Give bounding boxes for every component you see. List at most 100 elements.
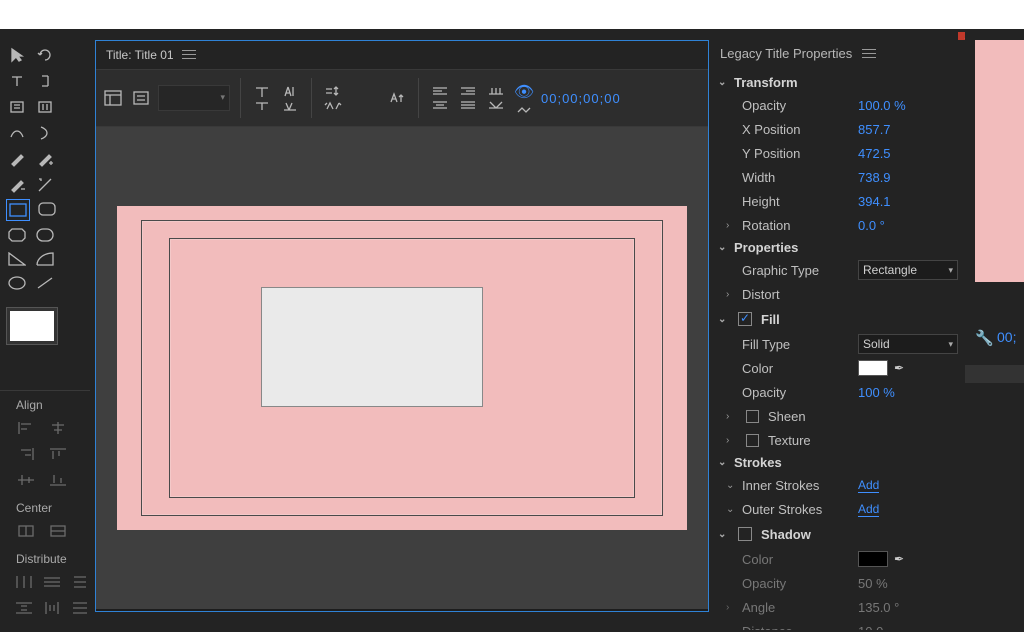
drawn-rectangle[interactable] bbox=[262, 288, 482, 406]
type-size-group-icon[interactable] bbox=[251, 78, 273, 118]
eyedropper-icon[interactable]: ✒ bbox=[894, 361, 904, 375]
type-tool-icon[interactable] bbox=[6, 71, 28, 91]
baseline-shift-icon[interactable] bbox=[386, 78, 408, 118]
properties-group[interactable]: ⌄Properties bbox=[718, 237, 961, 258]
fill-checkbox[interactable] bbox=[738, 312, 752, 326]
shadow-opacity-label: Opacity bbox=[742, 576, 852, 591]
rotate-tool-icon[interactable] bbox=[34, 45, 56, 65]
vertical-area-type-tool-icon[interactable] bbox=[34, 97, 56, 117]
align-vcenter-icon[interactable] bbox=[14, 470, 38, 490]
graphic-type-dropdown[interactable]: Rectangle▾ bbox=[858, 260, 958, 280]
properties-panel-menu-icon[interactable] bbox=[862, 48, 876, 60]
paragraph-align-group2-icon[interactable] bbox=[457, 78, 479, 118]
sheen-label: Sheen bbox=[768, 409, 848, 424]
align-hcenter-icon[interactable] bbox=[46, 418, 70, 438]
align-label: Align bbox=[0, 391, 90, 416]
fill-color-label: Color bbox=[742, 361, 852, 376]
yposition-label: Y Position bbox=[742, 146, 852, 161]
convert-anchor-tool-icon[interactable] bbox=[34, 175, 56, 195]
timecode-display[interactable]: 00;00;00;00 bbox=[541, 91, 621, 106]
add-anchor-tool-icon[interactable] bbox=[34, 149, 56, 169]
strokes-group[interactable]: ⌄Strokes bbox=[718, 452, 961, 473]
panel-menu-icon[interactable] bbox=[182, 49, 196, 61]
paragraph-align-group-icon[interactable] bbox=[429, 78, 451, 118]
pen-tool-icon[interactable] bbox=[6, 149, 28, 169]
opacity-label: Opacity bbox=[742, 98, 852, 113]
distribute-v3-icon[interactable] bbox=[70, 598, 90, 618]
tab-stops-group-icon[interactable] bbox=[485, 78, 507, 118]
shadow-angle-label: Angle bbox=[742, 600, 852, 615]
texture-checkbox[interactable] bbox=[746, 434, 759, 447]
panel-header: Title: Title 01 bbox=[96, 41, 708, 70]
shadow-angle-value: 135.0 ° bbox=[858, 600, 899, 615]
shadow-group[interactable]: ⌄ Shadow bbox=[718, 521, 961, 547]
center-vertical-icon[interactable] bbox=[46, 521, 70, 541]
center-horizontal-icon[interactable] bbox=[14, 521, 38, 541]
distribute-v1-icon[interactable] bbox=[14, 598, 34, 618]
line-shape-icon[interactable] bbox=[34, 273, 56, 293]
timeline-track-strip bbox=[965, 365, 1024, 383]
outer-strokes-add[interactable]: Add bbox=[858, 502, 879, 517]
arc-shape-icon[interactable] bbox=[34, 249, 56, 269]
shadow-checkbox[interactable] bbox=[738, 527, 752, 541]
font-family-dropdown[interactable]: ▾ bbox=[158, 85, 230, 111]
shadow-color-swatch[interactable] bbox=[858, 551, 888, 567]
show-video-icon[interactable]: 👁 bbox=[513, 78, 535, 118]
sheen-checkbox[interactable] bbox=[746, 410, 759, 423]
center-label: Center bbox=[0, 494, 90, 519]
fill-opacity-value[interactable]: 100 % bbox=[858, 385, 895, 400]
type-style-group-icon[interactable] bbox=[279, 78, 301, 118]
area-type-tool-icon[interactable] bbox=[6, 97, 28, 117]
fill-color-swatch[interactable] bbox=[858, 360, 888, 376]
width-value[interactable]: 738.9 bbox=[858, 170, 891, 185]
selection-tool-icon[interactable] bbox=[6, 45, 28, 65]
align-left-icon[interactable] bbox=[14, 418, 38, 438]
align-bottom-icon[interactable] bbox=[46, 470, 70, 490]
wrench-icon[interactable]: 🔧 bbox=[975, 329, 994, 347]
shadow-color-label: Color bbox=[742, 552, 852, 567]
shadow-distance-label: Distance bbox=[742, 624, 852, 631]
outer-strokes-label: Outer Strokes bbox=[742, 502, 852, 517]
inner-strokes-add[interactable]: Add bbox=[858, 478, 879, 493]
height-value[interactable]: 394.1 bbox=[858, 194, 891, 209]
inner-strokes-label: Inner Strokes bbox=[742, 478, 852, 493]
rounded-rectangle-shape-icon[interactable] bbox=[36, 199, 58, 219]
path-type-tool-icon[interactable] bbox=[6, 123, 28, 143]
opacity-value[interactable]: 100.0 % bbox=[858, 98, 906, 113]
shadow-distance-value: 10.0 bbox=[858, 624, 883, 631]
vertical-path-type-tool-icon[interactable] bbox=[34, 123, 56, 143]
distribute-v2-icon[interactable] bbox=[42, 598, 62, 618]
distribute-h3-icon[interactable] bbox=[70, 572, 90, 592]
title-canvas[interactable] bbox=[117, 206, 687, 530]
distribute-h1-icon[interactable] bbox=[14, 572, 34, 592]
delete-anchor-tool-icon[interactable] bbox=[6, 175, 28, 195]
fill-type-dropdown[interactable]: Solid▾ bbox=[858, 334, 958, 354]
xposition-value[interactable]: 857.7 bbox=[858, 122, 891, 137]
roll-crawl-icon[interactable] bbox=[130, 78, 152, 118]
fill-swatch[interactable] bbox=[6, 307, 58, 345]
transform-group[interactable]: ⌄Transform bbox=[718, 72, 961, 93]
legacy-title-properties-panel: Legacy Title Properties ⌄Transform Opaci… bbox=[710, 40, 965, 630]
rectangle-shape-icon[interactable] bbox=[6, 199, 30, 221]
panel-title: Title: Title 01 bbox=[106, 41, 174, 69]
ellipse-shape-icon[interactable] bbox=[6, 273, 28, 293]
canvas-area[interactable] bbox=[96, 127, 708, 609]
secondary-timecode: 00; bbox=[997, 329, 1016, 345]
fill-opacity-label: Opacity bbox=[742, 385, 852, 400]
yposition-value[interactable]: 472.5 bbox=[858, 146, 891, 161]
title-designer-panel: Title: Title 01 ▾ bbox=[95, 40, 709, 612]
align-top-icon[interactable] bbox=[46, 444, 70, 464]
template-icon[interactable] bbox=[102, 78, 124, 118]
rotation-label: Rotation bbox=[742, 218, 852, 233]
distort-label: Distort bbox=[742, 287, 852, 302]
shadow-eyedropper-icon[interactable]: ✒ bbox=[894, 552, 904, 566]
vertical-type-tool-icon[interactable] bbox=[34, 71, 56, 91]
rotation-value[interactable]: 0.0 ° bbox=[858, 218, 885, 233]
round-rectangle-shape-icon[interactable] bbox=[34, 225, 56, 245]
wedge-shape-icon[interactable] bbox=[6, 249, 28, 269]
clipped-rectangle-shape-icon[interactable] bbox=[6, 225, 28, 245]
align-right-icon[interactable] bbox=[14, 444, 38, 464]
leading-kerning-group-icon[interactable] bbox=[322, 78, 344, 118]
distribute-h2-icon[interactable] bbox=[42, 572, 62, 592]
fill-group[interactable]: ⌄ Fill bbox=[718, 306, 961, 332]
